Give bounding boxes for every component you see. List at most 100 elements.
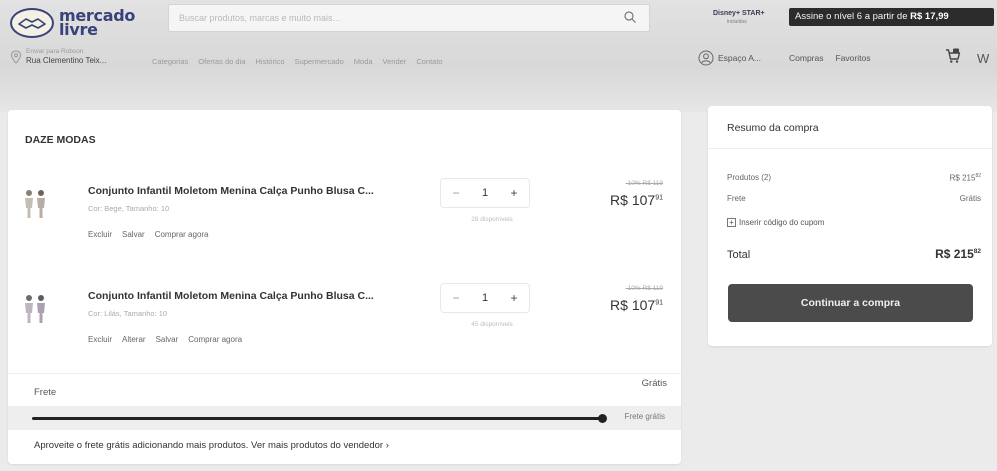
delete-link[interactable]: Excluir <box>88 335 112 344</box>
top-header: mercado livre Disney+ STAR+ incluídos As… <box>0 0 997 112</box>
nav-item-supermarket[interactable]: Supermercado <box>295 57 344 66</box>
change-link[interactable]: Alterar <box>122 335 146 344</box>
free-shipping-text: Aproveite o frete grátis adicionando mai… <box>34 440 249 451</box>
search-bar[interactable] <box>168 4 650 32</box>
nav-item-history[interactable]: Histórico <box>255 57 284 66</box>
cart-panel: DAZE MODAS Conjunto Infantil Moletom Men… <box>8 110 681 464</box>
decrease-quantity-button[interactable]: − <box>449 186 463 200</box>
search-icon[interactable] <box>623 10 637 24</box>
disney-star-badge[interactable]: Disney+ STAR+ incluídos <box>713 10 765 26</box>
total-value-cents: 82 <box>973 248 981 255</box>
location-pin-icon <box>10 50 22 64</box>
increase-quantity-button[interactable]: + <box>507 186 521 200</box>
products-value-integer: R$ 215 <box>949 173 976 183</box>
product-price: R$ 10791 <box>610 192 663 208</box>
free-shipping-progress: Frete grátis <box>8 406 681 430</box>
favorites-link[interactable]: Favoritos <box>835 53 870 63</box>
price-cents: 91 <box>655 299 663 307</box>
plus-box-icon: + <box>727 218 736 227</box>
products-subtotal-row: Produtos (2) R$ 21582 <box>727 173 981 183</box>
shipping-row: Frete Grátis <box>8 373 681 403</box>
progress-label: Frete grátis <box>624 412 665 421</box>
price-integer: R$ 107 <box>610 192 656 208</box>
disney-text: Disney+ STAR+ <box>713 10 765 17</box>
progress-track <box>32 414 607 423</box>
save-link[interactable]: Salvar <box>156 335 179 344</box>
product-actions: Excluir Alterar Salvar Comprar agora <box>88 335 242 344</box>
quantity-stepper: − 1 + <box>440 283 530 313</box>
logo-text: mercado livre <box>59 6 136 39</box>
search-input[interactable] <box>179 9 599 27</box>
buy-now-link[interactable]: Comprar agora <box>155 230 209 239</box>
quantity-value: 1 <box>481 292 489 304</box>
subscription-promo-banner[interactable]: Assine o nível 6 a partir de R$ 17,99 <box>789 8 994 26</box>
user-avatar-icon[interactable] <box>698 50 714 66</box>
product-actions: Excluir Salvar Comprar agora <box>88 230 209 239</box>
divider <box>708 148 992 149</box>
promo-price: R$ 17,99 <box>910 11 949 22</box>
cart-item: Conjunto Infantil Moletom Menina Calça P… <box>8 283 681 377</box>
total-label: Total <box>727 249 751 261</box>
price-integer: R$ 107 <box>610 297 656 313</box>
shipping-summary-row: Frete Grátis <box>727 194 981 203</box>
cart-item: Conjunto Infantil Moletom Menina Calça P… <box>8 178 681 272</box>
nav-item-deals[interactable]: Ofertas do dia <box>198 57 245 66</box>
products-label: Produtos (2) <box>727 173 772 182</box>
coupon-link[interactable]: + Inserir código do cupom <box>727 218 824 227</box>
quantity-value: 1 <box>481 187 489 199</box>
coupon-label: Inserir código do cupom <box>739 218 825 227</box>
promo-text: Assine o nível 6 a partir de <box>795 11 911 22</box>
product-thumbnail[interactable] <box>21 188 49 220</box>
product-title[interactable]: Conjunto Infantil Moletom Menina Calça P… <box>88 185 374 197</box>
product-title[interactable]: Conjunto Infantil Moletom Menina Calça P… <box>88 290 374 302</box>
increase-quantity-button[interactable]: + <box>507 291 521 305</box>
product-thumbnail[interactable] <box>21 293 49 325</box>
shipping-summary-value: Grátis <box>959 194 981 203</box>
main-nav: Categorias Ofertas do dia Histórico Supe… <box>152 57 443 66</box>
free-shipping-message: Aproveite o frete grátis adicionando mai… <box>34 440 389 451</box>
summary-title: Resumo da compra <box>727 122 819 134</box>
old-price: -10% R$ 119 <box>625 285 663 292</box>
cart-icon[interactable] <box>945 48 961 64</box>
stock-available: 28 disponíveis <box>471 216 513 223</box>
old-price: -10% R$ 119 <box>625 180 663 187</box>
shipping-value: Grátis <box>641 378 667 389</box>
shipping-summary-label: Frete <box>727 194 746 203</box>
account-nav: Espaço A... Compras Favoritos <box>698 50 882 66</box>
location-address: Rua Clementino Teix... <box>26 56 107 65</box>
total-value: R$ 21582 <box>935 247 981 261</box>
continue-purchase-button[interactable]: Continuar a compra <box>728 284 973 322</box>
save-link[interactable]: Salvar <box>122 230 145 239</box>
buy-now-link[interactable]: Comprar agora <box>188 335 242 344</box>
stock-available: 45 disponíveis <box>471 321 513 328</box>
seller-name: DAZE MODAS <box>25 134 96 146</box>
decrease-quantity-button[interactable]: − <box>449 291 463 305</box>
total-value-integer: R$ 215 <box>935 247 974 261</box>
product-price: R$ 10791 <box>610 297 663 313</box>
shipping-label: Frete <box>34 387 57 398</box>
delete-link[interactable]: Excluir <box>88 230 112 239</box>
nav-item-fashion[interactable]: Moda <box>354 57 373 66</box>
order-summary: Resumo da compra Produtos (2) R$ 21582 F… <box>708 106 992 346</box>
nav-item-contact[interactable]: Contato <box>416 57 442 66</box>
total-row: Total R$ 21582 <box>727 247 981 261</box>
nav-item-categories[interactable]: Categorias <box>152 57 188 66</box>
price-cents: 91 <box>655 194 663 202</box>
cut-off-nav-text: W <box>977 51 990 66</box>
delivery-location[interactable]: Enviar para Robson Rua Clementino Teix..… <box>10 48 106 66</box>
location-label: Enviar para Robson <box>26 48 84 55</box>
products-value: R$ 21582 <box>950 173 981 183</box>
product-variant: Cor: Lilás, Tamanho: 10 <box>88 309 168 318</box>
product-variant: Cor: Bege, Tamanho: 10 <box>88 204 170 213</box>
more-seller-products-link[interactable]: Ver mais produtos do vendedor › <box>251 440 389 451</box>
progress-marker <box>598 414 607 423</box>
handshake-icon <box>10 8 54 38</box>
mercado-livre-logo[interactable]: mercado livre <box>10 8 135 38</box>
products-value-cents: 82 <box>975 173 981 179</box>
nav-item-sell[interactable]: Vender <box>383 57 407 66</box>
purchases-link[interactable]: Compras <box>789 53 823 63</box>
disney-subtext: incluídos <box>727 19 747 25</box>
quantity-stepper: − 1 + <box>440 178 530 208</box>
progress-fill <box>32 417 602 420</box>
account-menu[interactable]: Espaço A... <box>718 53 761 63</box>
